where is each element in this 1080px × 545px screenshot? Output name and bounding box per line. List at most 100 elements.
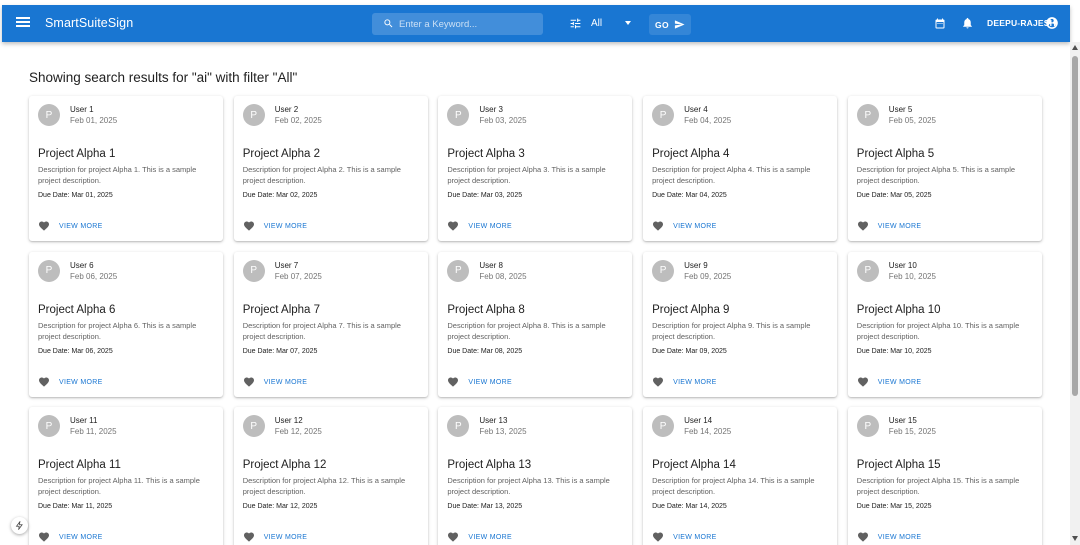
project-card[interactable]: P User 3 Feb 03, 2025 Project Alpha 3 Descri… [438, 96, 633, 241]
go-button[interactable]: GO [649, 14, 691, 35]
card-title: Project Alpha 3 [447, 148, 525, 160]
card-title: Project Alpha 15 [856, 459, 941, 471]
heart-icon[interactable] [857, 220, 869, 232]
project-card[interactable]: P User 9 Feb 09, 2025 Project Alpha 9 Descri… [643, 251, 838, 397]
card-due-date: Due Date: Mar 12, 2025 [242, 503, 318, 510]
scroll-thumb[interactable] [1072, 56, 1078, 396]
card-due-date: Due Date: Mar 15, 2025 [856, 503, 932, 510]
card-user-name: User 10 [888, 260, 917, 270]
heart-icon[interactable] [652, 376, 664, 388]
heart-icon[interactable] [38, 220, 50, 232]
card-date: Feb 04, 2025 [684, 116, 732, 125]
results-title: Showing search results for "ai" with fil… [29, 70, 298, 85]
project-card[interactable]: P User 4 Feb 04, 2025 Project Alpha 4 Descri… [643, 96, 838, 241]
calendar-icon[interactable] [934, 17, 946, 30]
project-card[interactable]: P User 8 Feb 08, 2025 Project Alpha 8 Descri… [438, 251, 633, 397]
project-card[interactable]: P User 2 Feb 02, 2025 Project Alpha 2 Descri… [233, 96, 428, 241]
search-box[interactable] [372, 13, 543, 35]
project-card[interactable]: P User 1 Feb 01, 2025 Project Alpha 1 Descri… [29, 96, 223, 241]
avatar: P [447, 104, 470, 126]
avatar: P [242, 259, 265, 282]
project-card[interactable]: P User 6 Feb 06, 2025 Project Alpha 6 Descri… [29, 251, 223, 397]
view-more-button[interactable]: VIEW MORE [673, 379, 717, 386]
heart-icon[interactable] [652, 220, 664, 232]
card-title: Project Alpha 7 [242, 303, 321, 316]
menu-icon[interactable] [16, 15, 30, 31]
view-more-button[interactable]: VIEW MORE [673, 534, 717, 541]
card-user-name: User 3 [479, 105, 503, 114]
view-more-button[interactable]: VIEW MORE [673, 223, 717, 230]
card-title: Project Alpha 14 [652, 459, 736, 471]
project-card[interactable]: P User 12 Feb 12, 2025 Project Alpha 12 Desc… [233, 407, 428, 545]
view-more-button[interactable]: VIEW MORE [59, 379, 103, 386]
view-more-button[interactable]: VIEW MORE [878, 379, 922, 386]
project-card[interactable]: P User 7 Feb 07, 2025 Project Alpha 7 Descri… [233, 251, 428, 397]
project-card[interactable]: P User 5 Feb 05, 2025 Project Alpha 5 Descri… [847, 96, 1042, 241]
project-card[interactable]: P User 11 Feb 11, 2025 Project Alpha 11 Desc… [29, 407, 223, 545]
scroll-down-arrow[interactable] [1072, 536, 1078, 541]
view-more-button[interactable]: VIEW MORE [264, 534, 308, 541]
heart-icon[interactable] [243, 376, 255, 388]
card-due-date: Due Date: Mar 05, 2025 [856, 192, 932, 199]
heart-icon[interactable] [447, 220, 459, 232]
card-user-name: User 7 [274, 260, 299, 270]
card-description: Description for project Alpha 8. This is… [447, 320, 606, 341]
heart-icon[interactable] [243, 531, 255, 543]
project-card[interactable]: P User 10 Feb 10, 2025 Project Alpha 10 Desc… [847, 251, 1042, 397]
card-due-date: Due Date: Mar 04, 2025 [652, 192, 727, 199]
heart-icon[interactable] [857, 531, 869, 543]
project-card[interactable]: P User 13 Feb 13, 2025 Project Alpha 13 Desc… [438, 407, 633, 545]
avatar: P [38, 415, 60, 437]
heart-icon[interactable] [447, 376, 459, 388]
avatar: P [447, 259, 470, 282]
project-card[interactable]: P User 15 Feb 15, 2025 Project Alpha 15 Desc… [847, 407, 1042, 545]
view-more-button[interactable]: VIEW MORE [468, 223, 512, 230]
card-user-name: User 8 [479, 260, 503, 270]
card-due-date: Due Date: Mar 09, 2025 [652, 347, 727, 355]
project-card[interactable]: P User 14 Feb 14, 2025 Project Alpha 14 Desc… [643, 407, 838, 545]
search-input[interactable] [399, 13, 539, 35]
bell-icon[interactable] [961, 16, 974, 30]
card-title: Project Alpha 11 [38, 459, 121, 471]
send-icon [674, 20, 685, 29]
view-more-button[interactable]: VIEW MORE [59, 534, 103, 541]
card-date: Feb 02, 2025 [274, 116, 322, 125]
card-due-date: Due Date: Mar 13, 2025 [447, 503, 523, 510]
view-more-button[interactable]: VIEW MORE [878, 223, 922, 230]
filter-select-value[interactable]: All [591, 18, 602, 29]
view-more-button[interactable]: VIEW MORE [59, 223, 103, 230]
view-more-button[interactable]: VIEW MORE [264, 223, 308, 230]
heart-icon[interactable] [38, 376, 50, 388]
heart-icon[interactable] [447, 531, 459, 543]
view-more-button[interactable]: VIEW MORE [264, 379, 308, 386]
scrollbar[interactable] [1070, 42, 1080, 545]
heart-icon[interactable] [857, 376, 869, 388]
view-more-button[interactable]: VIEW MORE [468, 534, 512, 541]
heart-icon[interactable] [38, 531, 50, 543]
card-description: Description for project Alpha 6. This is… [38, 320, 197, 341]
card-due-date: Due Date: Mar 02, 2025 [242, 192, 318, 199]
card-due-date: Due Date: Mar 08, 2025 [447, 347, 523, 355]
card-date: Feb 11, 2025 [70, 427, 117, 436]
card-description: Description for project Alpha 7. This is… [242, 320, 401, 341]
heart-icon[interactable] [652, 531, 664, 543]
view-more-button[interactable]: VIEW MORE [468, 379, 512, 386]
avatar: P [242, 415, 265, 437]
card-description: Description for project Alpha 2. This is… [242, 165, 401, 185]
tune-icon[interactable] [569, 17, 582, 30]
card-user-name: User 1 [70, 105, 94, 114]
account-circle-icon[interactable] [1045, 16, 1059, 30]
card-title: Project Alpha 1 [38, 148, 116, 160]
app-brand[interactable]: SmartSuiteSign [45, 16, 133, 30]
scroll-up-arrow[interactable] [1072, 45, 1078, 50]
card-description: Description for project Alpha 5. This is… [856, 165, 1016, 185]
card-user-name: User 4 [684, 105, 708, 114]
floating-action-button[interactable] [11, 517, 28, 534]
card-description: Description for project Alpha 9. This is… [652, 320, 811, 341]
card-date: Feb 01, 2025 [70, 116, 118, 125]
heart-icon[interactable] [243, 220, 255, 232]
card-date: Feb 06, 2025 [70, 271, 118, 281]
avatar: P [242, 104, 265, 126]
chevron-down-icon[interactable] [625, 21, 631, 25]
view-more-button[interactable]: VIEW MORE [878, 534, 922, 541]
